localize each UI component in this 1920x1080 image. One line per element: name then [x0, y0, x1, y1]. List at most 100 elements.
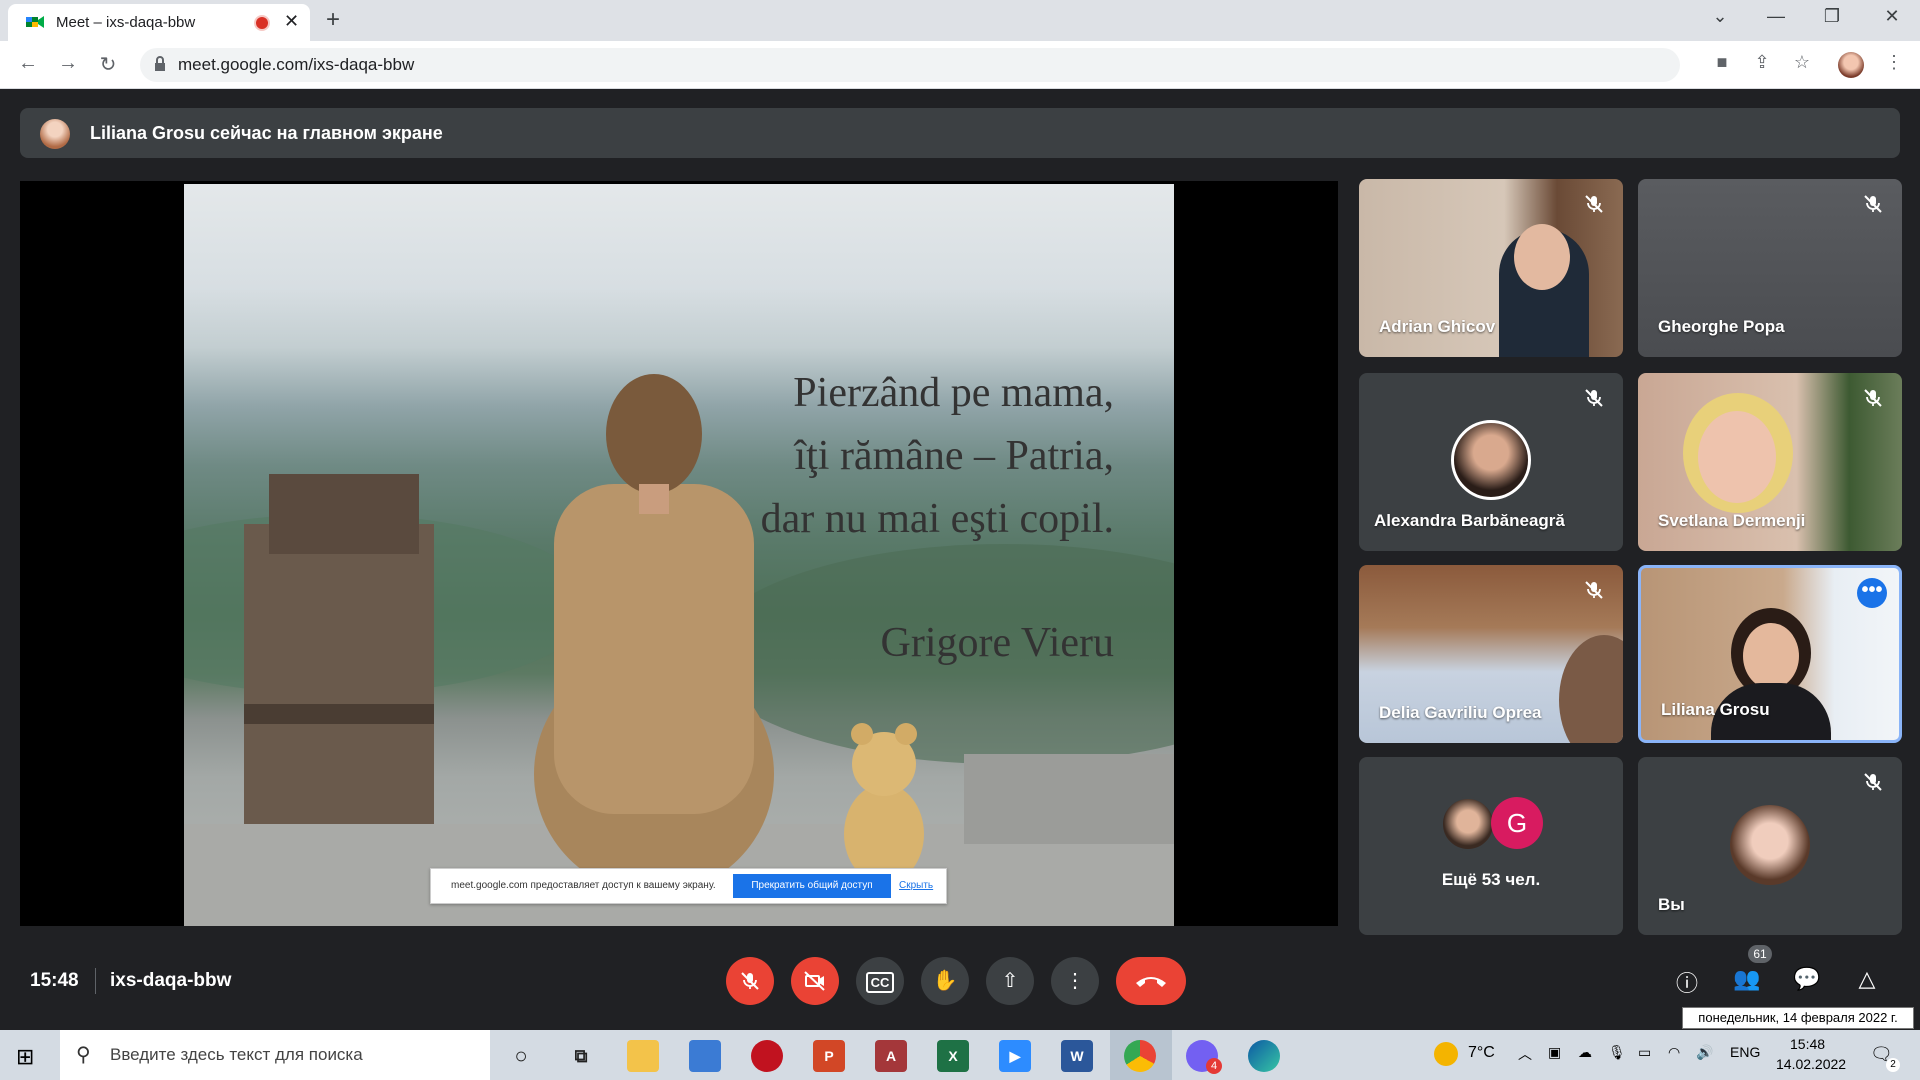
- camera-in-use-icon[interactable]: ■: [1708, 52, 1736, 78]
- access-icon[interactable]: A: [875, 1040, 907, 1072]
- participant-tile[interactable]: Svetlana Dermenji: [1638, 373, 1902, 551]
- quote-line-2: îţi rămâne – Patria,: [794, 433, 1114, 479]
- quote-line-1: Pierzând pe mama,: [793, 370, 1114, 416]
- taskbar-date[interactable]: 14.02.2022: [1776, 1056, 1846, 1072]
- zoom-icon[interactable]: ▶: [999, 1040, 1031, 1072]
- share-icon[interactable]: ⇪: [1748, 52, 1776, 78]
- task-view-icon[interactable]: ⧉: [565, 1040, 597, 1072]
- tray-chevron-icon[interactable]: ︿: [1518, 1044, 1532, 1064]
- present-button[interactable]: ⇧: [986, 957, 1034, 1005]
- mic-off-button[interactable]: [726, 957, 774, 1005]
- tab-title: Meet – ixs-daqa-bbw: [56, 14, 196, 31]
- lock-icon: [155, 56, 165, 71]
- chat-icon[interactable]: 💬: [1792, 966, 1822, 996]
- device-icon[interactable]: ▣: [1548, 1044, 1561, 1061]
- self-avatar: [1730, 805, 1810, 885]
- onedrive-icon[interactable]: ☁: [1578, 1044, 1592, 1061]
- weather-icon[interactable]: [1434, 1042, 1458, 1066]
- wifi-icon[interactable]: ◠: [1668, 1044, 1680, 1061]
- slide-illustration: [184, 374, 1174, 926]
- participant-tile-active-speaker[interactable]: ••• Liliana Grosu: [1638, 565, 1902, 743]
- muted-mic-icon: [1585, 581, 1603, 599]
- microphone-tray-icon[interactable]: 🎙: [1608, 1044, 1626, 1061]
- powerpoint-icon[interactable]: P: [813, 1040, 845, 1072]
- presentation-stage: Pierzând pe mama, îţi rămâne – Patria, d…: [20, 181, 1338, 926]
- participant-count-badge: 61: [1748, 945, 1772, 963]
- participant-avatar: [1441, 797, 1495, 851]
- word-icon[interactable]: W: [1061, 1040, 1093, 1072]
- close-tab-icon[interactable]: ✕: [284, 11, 299, 32]
- profile-avatar[interactable]: [1838, 52, 1864, 78]
- hand-icon: ✋: [932, 970, 958, 992]
- language-indicator[interactable]: ENG: [1730, 1044, 1760, 1060]
- participant-tile[interactable]: Delia Gavriliu Oprea: [1359, 565, 1623, 743]
- antivirus-icon[interactable]: [751, 1040, 783, 1072]
- browser-tab[interactable]: Meet – ixs-daqa-bbw ✕: [8, 4, 310, 41]
- people-icon[interactable]: 👥: [1732, 966, 1762, 996]
- more-vert-icon: ⋮: [1065, 970, 1085, 992]
- close-window-icon[interactable]: ✕: [1872, 6, 1912, 27]
- address-bar[interactable]: meet.google.com/ixs-daqa-bbw: [140, 48, 1680, 82]
- quote-line-3: dar nu mai eşti copil.: [760, 496, 1114, 542]
- participant-figure: [1559, 635, 1623, 743]
- windows-start-icon[interactable]: ⊞: [16, 1044, 34, 1070]
- participant-face: [1698, 411, 1776, 503]
- more-participants-tile[interactable]: G Ещё 53 чел.: [1359, 757, 1623, 935]
- chrome-icon[interactable]: [1124, 1040, 1156, 1072]
- muted-mic-icon: [1585, 195, 1603, 213]
- url-text: meet.google.com/ixs-daqa-bbw: [178, 55, 415, 74]
- minimize-icon[interactable]: —: [1756, 6, 1796, 27]
- participant-letter-avatar: G: [1491, 797, 1543, 849]
- more-options-button[interactable]: ⋮: [1051, 957, 1099, 1005]
- divider: [95, 968, 96, 994]
- taskbar-time[interactable]: 15:48: [1790, 1036, 1825, 1052]
- meeting-time: 15:48: [30, 970, 79, 991]
- battery-icon[interactable]: ▭: [1638, 1044, 1651, 1061]
- reload-icon[interactable]: ↻: [94, 52, 122, 77]
- self-tile[interactable]: Вы: [1638, 757, 1902, 935]
- participant-name: Вы: [1658, 895, 1685, 914]
- excel-icon[interactable]: X: [937, 1040, 969, 1072]
- hang-up-icon: [1136, 977, 1166, 987]
- notifications-count: 2: [1886, 1058, 1900, 1072]
- raise-hand-button[interactable]: ✋: [921, 957, 969, 1005]
- participant-tile[interactable]: Alexandra Barbăneagră: [1359, 373, 1623, 551]
- share-notice-text: meet.google.com предоставляет доступ к в…: [451, 880, 716, 891]
- bookmark-star-icon[interactable]: ☆: [1788, 52, 1816, 78]
- date-tooltip: понедельник, 14 февраля 2022 г.: [1682, 1007, 1914, 1029]
- participant-tile[interactable]: Adrian Ghicov: [1359, 179, 1623, 357]
- more-options-icon[interactable]: •••: [1857, 578, 1887, 608]
- camera-off-button[interactable]: [791, 957, 839, 1005]
- browser-menu-icon[interactable]: ⋮: [1880, 52, 1908, 78]
- restore-icon[interactable]: ❐: [1812, 6, 1852, 27]
- participant-name: Adrian Ghicov: [1379, 317, 1496, 336]
- captions-button[interactable]: CC: [856, 957, 904, 1005]
- captions-icon: CC: [865, 972, 895, 993]
- hide-notice-link[interactable]: Скрыть: [899, 880, 933, 891]
- mic-off-icon: [741, 972, 759, 990]
- quote-author: Grigore Vieru: [880, 620, 1114, 666]
- muted-mic-icon: [1864, 195, 1882, 213]
- muted-mic-icon: [1585, 389, 1603, 407]
- activities-icon[interactable]: △: [1852, 966, 1882, 996]
- stop-sharing-button[interactable]: Прекратить общий доступ: [733, 874, 891, 898]
- edge-icon[interactable]: [1248, 1040, 1280, 1072]
- tab-search-chevron-icon[interactable]: ⌄: [1700, 6, 1740, 27]
- participant-face: [1743, 623, 1799, 689]
- taskbar-search[interactable]: ⚲ Введите здесь текст для поиска: [60, 1030, 490, 1080]
- file-explorer-icon[interactable]: [627, 1040, 659, 1072]
- back-icon[interactable]: ←: [14, 52, 42, 75]
- meeting-info-icon[interactable]: ⓘ: [1672, 966, 1702, 996]
- participant-name: Liliana Grosu: [1661, 700, 1770, 719]
- viber-badge: 4: [1206, 1058, 1222, 1074]
- app-icon[interactable]: [689, 1040, 721, 1072]
- participant-tile[interactable]: Gheorghe Popa: [1638, 179, 1902, 357]
- cortana-icon[interactable]: ○: [505, 1040, 537, 1072]
- meeting-code: ixs-daqa-bbw: [110, 970, 232, 991]
- more-participants-label: Ещё 53 чел.: [1441, 870, 1541, 889]
- volume-icon[interactable]: 🔊: [1696, 1044, 1713, 1061]
- forward-icon[interactable]: →: [54, 52, 82, 75]
- leave-call-button[interactable]: [1116, 957, 1186, 1005]
- new-tab-icon[interactable]: +: [326, 6, 340, 34]
- screen-share-notice: meet.google.com предоставляет доступ к в…: [430, 868, 947, 904]
